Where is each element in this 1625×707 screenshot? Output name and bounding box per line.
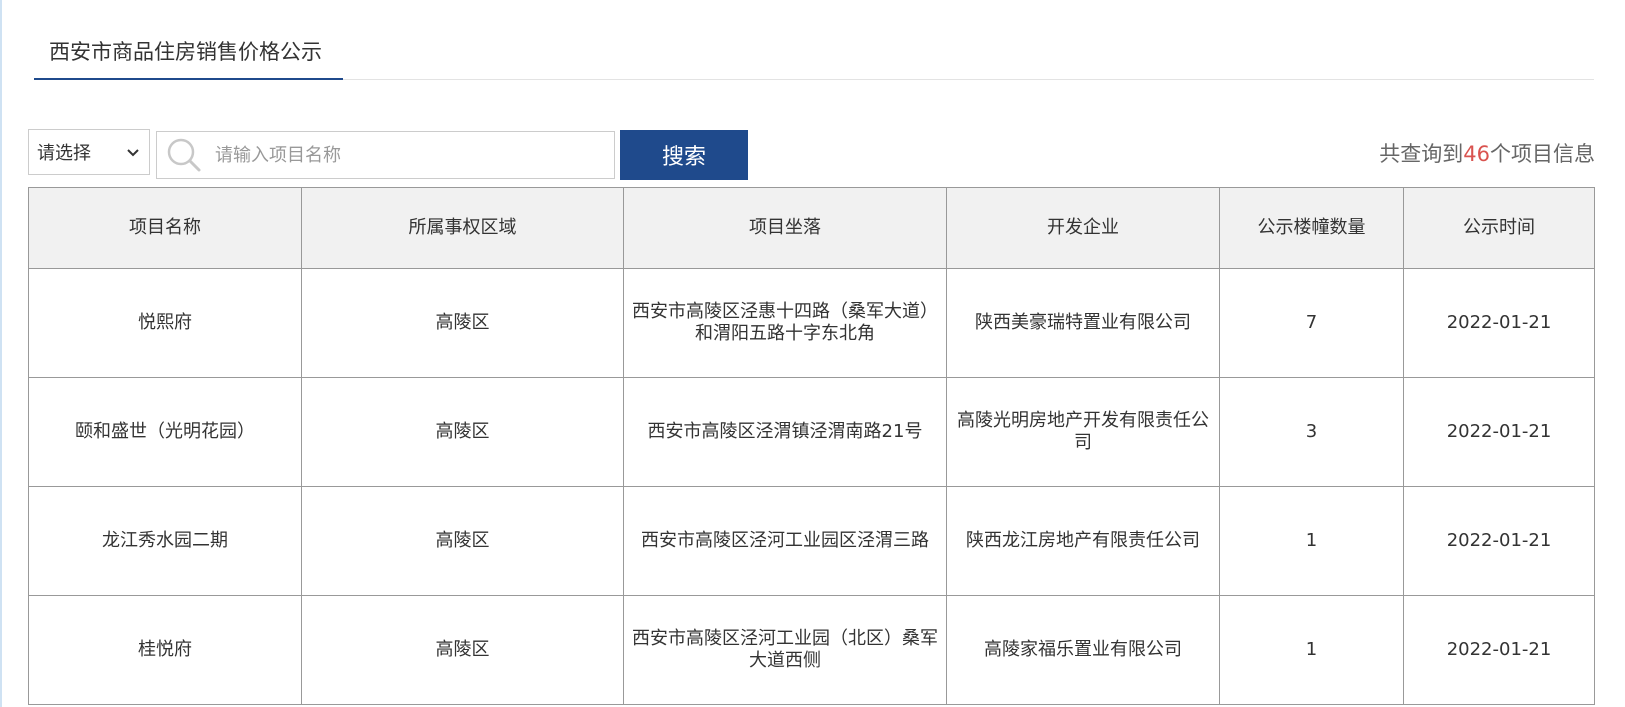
search-button[interactable]: 搜索 [620,130,748,180]
tab-active-indicator [34,78,343,80]
table-header-row: 项目名称 所属事权区域 项目坐落 开发企业 公示楼幢数量 公示时间 [28,187,1595,269]
chevron-down-icon [127,149,139,157]
tab-bar: 西安市商品住房销售价格公示 [34,0,1594,80]
cell-district: 高陵区 [301,595,624,705]
cell-district: 高陵区 [301,486,624,596]
cell-project-name[interactable]: 龙江秀水园二期 [28,486,302,596]
table-row[interactable]: 龙江秀水园二期 高陵区 西安市高陵区泾河工业园区泾渭三路 陕西龙江房地产有限责任… [28,486,1595,596]
cell-building-count: 1 [1219,486,1404,596]
district-select-label: 请选择 [37,143,91,164]
cell-developer: 陕西龙江房地产有限责任公司 [946,486,1220,596]
cell-developer: 高陵光明房地产开发有限责任公司 [946,377,1220,487]
table-row[interactable]: 桂悦府 高陵区 西安市高陵区泾河工业园（北区）桑军大道西侧 高陵家福乐置业有限公… [28,595,1595,705]
cell-project-name[interactable]: 悦熙府 [28,268,302,378]
header-district: 所属事权区域 [301,187,624,269]
cell-building-count: 1 [1219,595,1404,705]
cell-location: 西安市高陵区泾河工业园（北区）桑军大道西侧 [623,595,947,705]
cell-district: 高陵区 [301,268,624,378]
project-table: 项目名称 所属事权区域 项目坐落 开发企业 公示楼幢数量 公示时间 悦熙府 高陵… [28,187,1595,705]
cell-publicity-date: 2022-01-21 [1403,486,1595,596]
cell-publicity-date: 2022-01-21 [1403,268,1595,378]
header-publicity-date: 公示时间 [1403,187,1595,269]
cell-publicity-date: 2022-01-21 [1403,377,1595,487]
cell-project-name[interactable]: 颐和盛世（光明花园） [28,377,302,487]
cell-project-name[interactable]: 桂悦府 [28,595,302,705]
header-building-count: 公示楼幢数量 [1219,187,1404,269]
page: 西安市商品住房销售价格公示 请选择 搜索 共查询到46个项目信息 项目名称 [0,0,1625,707]
search-input[interactable] [213,134,597,176]
cell-location: 西安市高陵区泾河工业园区泾渭三路 [623,486,947,596]
cell-developer: 高陵家福乐置业有限公司 [946,595,1220,705]
table-row[interactable]: 颐和盛世（光明花园） 高陵区 西安市高陵区泾渭镇泾渭南路21号 高陵光明房地产开… [28,377,1595,487]
cell-district: 高陵区 [301,377,624,487]
header-location: 项目坐落 [623,187,947,269]
search-box [156,131,615,179]
search-icon [167,138,201,172]
cell-publicity-date: 2022-01-21 [1403,595,1595,705]
result-count-suffix: 个项目信息 [1490,142,1595,166]
header-developer: 开发企业 [946,187,1220,269]
cell-location: 西安市高陵区泾渭镇泾渭南路21号 [623,377,947,487]
tab-price-publicity[interactable]: 西安市商品住房销售价格公示 [34,0,337,79]
cell-developer: 陕西美豪瑞特置业有限公司 [946,268,1220,378]
result-count-number: 46 [1463,142,1490,166]
result-count-prefix: 共查询到 [1379,142,1464,166]
district-select[interactable]: 请选择 [28,129,150,175]
cell-building-count: 7 [1219,268,1404,378]
cell-building-count: 3 [1219,377,1404,487]
cell-location: 西安市高陵区泾惠十四路（桑军大道）和渭阳五路十字东北角 [623,268,947,378]
left-edge-border [0,0,2,707]
header-project-name: 项目名称 [28,187,302,269]
table-row[interactable]: 悦熙府 高陵区 西安市高陵区泾惠十四路（桑军大道）和渭阳五路十字东北角 陕西美豪… [28,268,1595,378]
result-count: 共查询到46个项目信息 [1379,138,1595,168]
